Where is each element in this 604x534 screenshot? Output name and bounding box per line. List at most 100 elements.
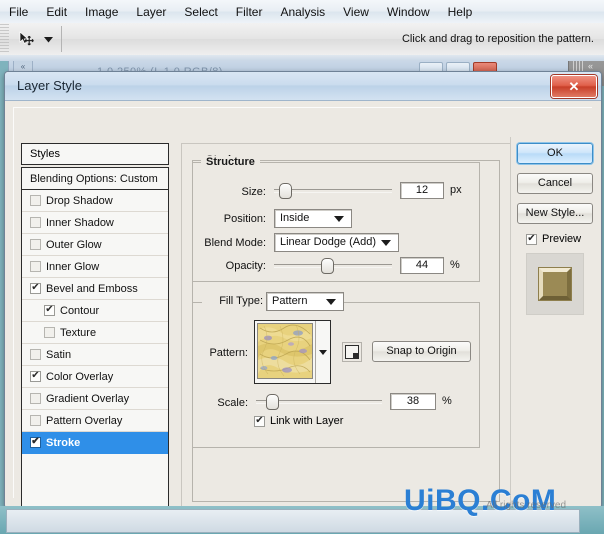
move-tool-icon[interactable]: [11, 26, 41, 52]
styles-header: Styles: [21, 143, 169, 165]
menu-item-layer[interactable]: Layer: [127, 2, 175, 22]
menu-item-analysis[interactable]: Analysis: [271, 2, 334, 22]
blend-mode-label: Blend Mode:: [204, 237, 266, 249]
bottom-chrome: [0, 506, 604, 534]
link-with-layer-checkbox[interactable]: ✔: [254, 415, 265, 427]
scale-label: Scale:: [217, 397, 248, 409]
right-dock-collapse-icon[interactable]: «: [588, 61, 593, 71]
inner-glow-checkbox[interactable]: ✔: [30, 261, 41, 272]
menu-item-view[interactable]: View: [334, 2, 378, 22]
new-preset-icon[interactable]: [342, 342, 362, 362]
bevel-and-emboss-checkbox[interactable]: ✔: [30, 283, 41, 294]
styles-item-inner-shadow[interactable]: ✔ Inner Shadow: [22, 212, 168, 234]
contour-checkbox[interactable]: ✔: [44, 305, 55, 316]
styles-item-outer-glow[interactable]: ✔ Outer Glow: [22, 234, 168, 256]
color-overlay-checkbox[interactable]: ✔: [30, 371, 41, 382]
texture-checkbox[interactable]: ✔: [44, 327, 55, 338]
preview-artwork: [538, 267, 572, 301]
drop-shadow-checkbox[interactable]: ✔: [30, 195, 41, 206]
styles-item-label: Inner Glow: [46, 260, 100, 273]
styles-item-stroke[interactable]: ✔ Stroke: [22, 432, 168, 454]
chevron-down-icon: [381, 240, 391, 246]
pattern-overlay-checkbox[interactable]: ✔: [30, 415, 41, 426]
position-label: Position:: [223, 213, 266, 225]
styles-item-label: Satin: [46, 348, 72, 361]
ok-button[interactable]: OK: [517, 143, 593, 164]
styles-item-label: Bevel and Emboss: [46, 282, 138, 295]
pattern-picker[interactable]: [254, 320, 331, 384]
styles-item-satin[interactable]: ✔ Satin: [22, 344, 168, 366]
stroke-checkbox[interactable]: ✔: [30, 437, 41, 448]
styles-item-texture[interactable]: ✔ Texture: [22, 322, 168, 344]
new-style-button[interactable]: New Style...: [517, 203, 593, 224]
options-bar-separator: [61, 26, 62, 52]
styles-item-label: Gradient Overlay: [46, 392, 130, 405]
dialog-title: Layer Style: [17, 78, 83, 93]
styles-item-label: Stroke: [46, 436, 81, 449]
preview-checkbox[interactable]: ✔: [526, 233, 537, 245]
pattern-thumbnail[interactable]: [257, 323, 313, 379]
chevron-down-icon: [326, 299, 336, 305]
styles-item-bevel-and-emboss[interactable]: ✔ Bevel and Emboss: [22, 278, 168, 300]
scale-unit: %: [442, 395, 452, 407]
close-icon[interactable]: ✕: [551, 75, 597, 98]
chevron-down-icon: [334, 216, 344, 222]
opacity-slider[interactable]: [274, 258, 392, 274]
styles-item-gradient-overlay[interactable]: ✔ Gradient Overlay: [22, 388, 168, 410]
styles-item-drop-shadow[interactable]: ✔ Drop Shadow: [22, 190, 168, 212]
snap-to-origin-button[interactable]: Snap to Origin: [372, 341, 471, 362]
scale-slider-thumb[interactable]: [266, 394, 279, 410]
styles-item-label: Outer Glow: [46, 238, 102, 251]
menu-item-filter[interactable]: Filter: [227, 2, 272, 22]
styles-list[interactable]: Blending Options: Custom ✔ Drop Shadow ✔…: [21, 167, 169, 506]
scale-slider[interactable]: [256, 394, 382, 410]
pattern-label: Pattern:: [209, 347, 248, 359]
menu-item-image[interactable]: Image: [76, 2, 127, 22]
satin-checkbox[interactable]: ✔: [30, 349, 41, 360]
size-slider[interactable]: [274, 183, 392, 199]
styles-item-label: Inner Shadow: [46, 216, 114, 229]
menu-item-select[interactable]: Select: [175, 2, 226, 22]
styles-item-color-overlay[interactable]: ✔ Color Overlay: [22, 366, 168, 388]
size-unit: px: [450, 184, 462, 196]
gradient-overlay-checkbox[interactable]: ✔: [30, 393, 41, 404]
options-bar-grip[interactable]: [0, 24, 9, 54]
cancel-button[interactable]: Cancel: [517, 173, 593, 194]
dialog-titlebar[interactable]: Layer Style ✕: [5, 72, 601, 101]
tool-preset-chevron-down-icon[interactable]: [41, 26, 55, 52]
size-slider-thumb[interactable]: [279, 183, 292, 199]
preview-row[interactable]: ✔ Preview: [526, 233, 593, 245]
options-bar: Click and drag to reposition the pattern…: [0, 23, 604, 56]
styles-item-contour[interactable]: ✔ Contour: [22, 300, 168, 322]
position-select[interactable]: Inside: [274, 209, 352, 228]
pattern-dropdown-chevron-down-icon[interactable]: [315, 321, 329, 383]
opacity-unit: %: [450, 259, 460, 271]
blend-mode-select[interactable]: Linear Dodge (Add): [274, 233, 399, 252]
options-bar-hint: Click and drag to reposition the pattern…: [401, 33, 594, 45]
styles-item-pattern-overlay[interactable]: ✔ Pattern Overlay: [22, 410, 168, 432]
scale-input[interactable]: 38: [390, 393, 436, 410]
fill-type-select[interactable]: Pattern: [266, 292, 344, 311]
menu-item-edit[interactable]: Edit: [37, 2, 76, 22]
styles-item-inner-glow[interactable]: ✔ Inner Glow: [22, 256, 168, 278]
outer-glow-checkbox[interactable]: ✔: [30, 239, 41, 250]
style-preview-thumbnail: [526, 253, 584, 315]
size-input[interactable]: 12: [400, 182, 444, 199]
inner-shadow-checkbox[interactable]: ✔: [30, 217, 41, 228]
layer-style-dialog: Layer Style ✕ Styles Blending Options: C…: [4, 71, 602, 507]
styles-item-blending-options[interactable]: Blending Options: Custom: [22, 168, 168, 190]
link-with-layer-label: Link with Layer: [270, 415, 344, 427]
opacity-input[interactable]: 44: [400, 257, 444, 274]
menu-item-file[interactable]: File: [0, 2, 37, 22]
menu-item-window[interactable]: Window: [378, 2, 439, 22]
styles-item-label: Blending Options: Custom: [30, 172, 158, 185]
opacity-slider-thumb[interactable]: [321, 258, 334, 274]
fill-type-label: Fill Type:: [202, 295, 266, 307]
photoshop-window: File Edit Image Layer Select Filter Anal…: [0, 0, 604, 534]
blend-mode-value: Linear Dodge (Add): [280, 236, 377, 248]
panel-divider: [510, 137, 511, 506]
link-with-layer-row[interactable]: ✔ Link with Layer: [254, 415, 343, 427]
position-value: Inside: [280, 212, 310, 224]
styles-item-label: Contour: [60, 304, 100, 317]
menu-item-help[interactable]: Help: [439, 2, 482, 22]
